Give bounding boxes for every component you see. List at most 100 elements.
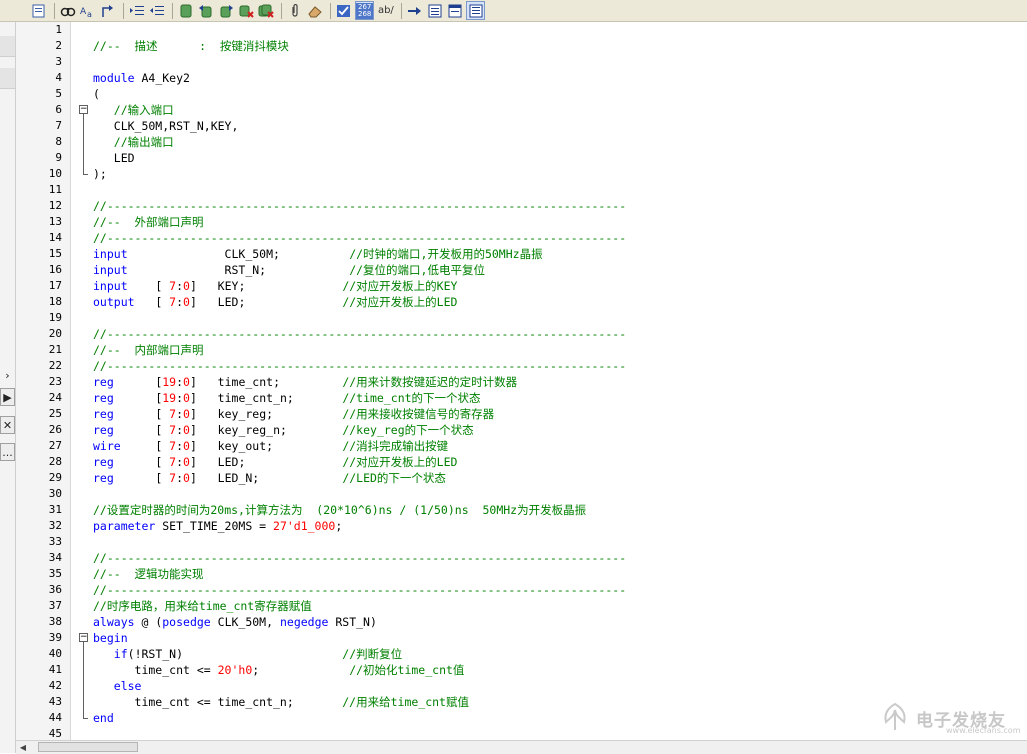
code-line[interactable]: //--------------------------------------… xyxy=(93,582,626,598)
code-token: //key_reg的下一个状态 xyxy=(342,423,474,437)
line-number: 21 xyxy=(48,343,62,356)
goto-icon[interactable] xyxy=(99,2,116,19)
code-line[interactable]: parameter SET_TIME_20MS = 27'd1_000; xyxy=(93,518,342,534)
bookmark-clear-all-icon[interactable] xyxy=(257,2,274,19)
code-token: reg xyxy=(93,375,114,389)
code-token: module xyxy=(93,71,135,85)
code-token: 0 xyxy=(183,471,190,485)
code-line[interactable]: //-- 内部端口声明 xyxy=(93,342,204,358)
code-token: 27'd1_000 xyxy=(273,519,336,533)
go-to-icon[interactable] xyxy=(406,2,423,19)
code-line[interactable]: //--------------------------------------… xyxy=(93,550,626,566)
show-space-icon[interactable] xyxy=(426,2,443,19)
code-token: : xyxy=(176,471,184,485)
code-token: reg xyxy=(93,471,114,485)
line-number: 31 xyxy=(48,503,62,516)
code-line[interactable]: reg [19:0] time_cnt_n; //time_cnt的下一个状态 xyxy=(93,390,481,406)
code-token: //消抖完成输出按键 xyxy=(342,439,449,453)
indent-icon[interactable] xyxy=(128,2,145,19)
code-token: A4_Key2 xyxy=(134,71,190,85)
left-side-panel: › ▶ ✕ ... xyxy=(0,22,16,753)
left-panel-scroll-arrow-icon[interactable]: › xyxy=(0,366,15,384)
code-token: ] LED; xyxy=(189,295,343,309)
scrollbar-thumb[interactable] xyxy=(38,742,138,752)
code-line[interactable]: else xyxy=(93,678,142,694)
scroll-left-icon[interactable]: ◀ xyxy=(16,742,30,753)
code-token: CLK_50M; xyxy=(127,247,350,261)
toggle-panel-a-icon[interactable] xyxy=(446,2,463,19)
code-line[interactable]: //-- 逻辑功能实现 xyxy=(93,566,204,582)
code-line[interactable]: //输出端口 xyxy=(93,134,174,150)
code-line[interactable]: //输入端口 xyxy=(93,102,174,118)
code-token: 0 xyxy=(183,455,190,469)
code-token: input xyxy=(93,263,128,277)
code-line[interactable]: ); xyxy=(93,166,107,182)
left-panel-row xyxy=(0,68,15,89)
toolbar-separator xyxy=(330,2,331,19)
code-line[interactable]: //--------------------------------------… xyxy=(93,326,626,342)
close-panel-icon[interactable]: ✕ xyxy=(0,416,15,434)
outdent-icon[interactable] xyxy=(148,2,165,19)
code-line[interactable]: input CLK_50M; //时钟的端口,开发板用的50MHz晶振 xyxy=(93,246,543,262)
code-token: ] LED_N; xyxy=(189,471,343,485)
code-token: ] key_out; xyxy=(189,439,343,453)
code-line[interactable]: //-- 外部端口声明 xyxy=(93,214,204,230)
bookmark-clear-icon[interactable] xyxy=(237,2,254,19)
edit-check-icon[interactable] xyxy=(335,2,352,19)
line-number: 17 xyxy=(48,279,62,292)
bookmark-prev-icon[interactable] xyxy=(197,2,214,19)
code-line[interactable]: reg [ 7:0] key_reg_n; //key_reg的下一个状态 xyxy=(93,422,474,438)
code-token: //初始化time_cnt值 xyxy=(349,663,465,677)
code-line[interactable]: begin xyxy=(93,630,128,646)
code-line[interactable]: //--------------------------------------… xyxy=(93,198,626,214)
code-line[interactable]: always @ (posedge CLK_50M, negedge RST_N… xyxy=(93,614,377,630)
code-token: ( xyxy=(93,87,100,101)
code-token: 0 xyxy=(183,295,190,309)
code-line[interactable]: //--------------------------------------… xyxy=(93,230,626,246)
code-line[interactable]: //设置定时器的时间为20ms,计算方法为 (20*10^6)ns / (1/5… xyxy=(93,502,586,518)
code-line[interactable]: reg [19:0] time_cnt; //用来计数按键延迟的定时计数器 xyxy=(93,374,517,390)
code-line[interactable]: reg [ 7:0] LED_N; //LED的下一个状态 xyxy=(93,470,446,486)
horizontal-scrollbar[interactable]: ◀ xyxy=(16,740,1027,754)
code-line[interactable]: ( xyxy=(93,86,100,102)
bookmark-next-icon[interactable] xyxy=(217,2,234,19)
code-line[interactable]: //-- 描述 : 按键消抖模块 xyxy=(93,38,289,54)
line-number: 34 xyxy=(48,551,62,564)
code-line[interactable]: if(!RST_N) //判断复位 xyxy=(93,646,402,662)
line-number: 4 xyxy=(55,71,62,84)
eraser-icon[interactable] xyxy=(306,2,323,19)
fold-toggle-icon[interactable]: − xyxy=(79,633,88,642)
code-token: //用来接收按键信号的寄存器 xyxy=(342,407,495,421)
line-numbers-icon[interactable]: 267 268 xyxy=(355,1,375,20)
code-line[interactable]: module A4_Key2 xyxy=(93,70,190,86)
code-line[interactable]: end xyxy=(93,710,114,726)
code-line[interactable]: input RST_N; //复位的端口,低电平复位 xyxy=(93,262,485,278)
code-line[interactable]: reg [ 7:0] key_reg; //用来接收按键信号的寄存器 xyxy=(93,406,494,422)
code-line[interactable]: wire [ 7:0] key_out; //消抖完成输出按键 xyxy=(93,438,448,454)
code-line[interactable]: //--------------------------------------… xyxy=(93,358,626,374)
code-line[interactable]: input [ 7:0] KEY; //对应开发板上的KEY xyxy=(93,278,457,294)
code-line[interactable]: reg [ 7:0] LED; //对应开发板上的LED xyxy=(93,454,457,470)
bookmark-toggle-icon[interactable] xyxy=(177,2,194,19)
toggle-panel-b-icon[interactable] xyxy=(466,1,486,20)
code-line[interactable]: time_cnt <= time_cnt_n; //用来给time_cnt赋值 xyxy=(93,694,469,710)
line-number: 18 xyxy=(48,295,62,308)
code-line[interactable]: LED xyxy=(93,150,135,166)
line-number: 35 xyxy=(48,567,62,580)
fold-toggle-icon[interactable]: − xyxy=(79,105,88,114)
attach-icon[interactable] xyxy=(286,2,303,19)
code-token: 0 xyxy=(183,279,190,293)
new-file-icon[interactable] xyxy=(30,2,47,19)
more-options-icon[interactable]: ... xyxy=(0,443,15,461)
expand-panel-icon[interactable]: ▶ xyxy=(0,388,15,406)
word-wrap-icon[interactable]: ab/ xyxy=(377,2,394,19)
line-number-gutter: 1 2 3 4 5 6 7 8 9 10 11 12 13 14 15 16 17 18 19 20 21 22 23 24 2… xyxy=(16,22,71,740)
code-line[interactable]: CLK_50M,RST_N,KEY, xyxy=(93,118,239,134)
find-icon[interactable] xyxy=(59,2,76,19)
replace-case-icon[interactable]: Aa xyxy=(79,2,96,19)
toolbar-separator xyxy=(401,2,403,19)
line-number: 2 xyxy=(55,39,62,52)
code-line[interactable]: //时序电路，用来给time_cnt寄存器赋值 xyxy=(93,598,312,614)
code-line[interactable]: output [ 7:0] LED; //对应开发板上的LED xyxy=(93,294,457,310)
code-line[interactable]: time_cnt <= 20'h0; //初始化time_cnt值 xyxy=(93,662,465,678)
